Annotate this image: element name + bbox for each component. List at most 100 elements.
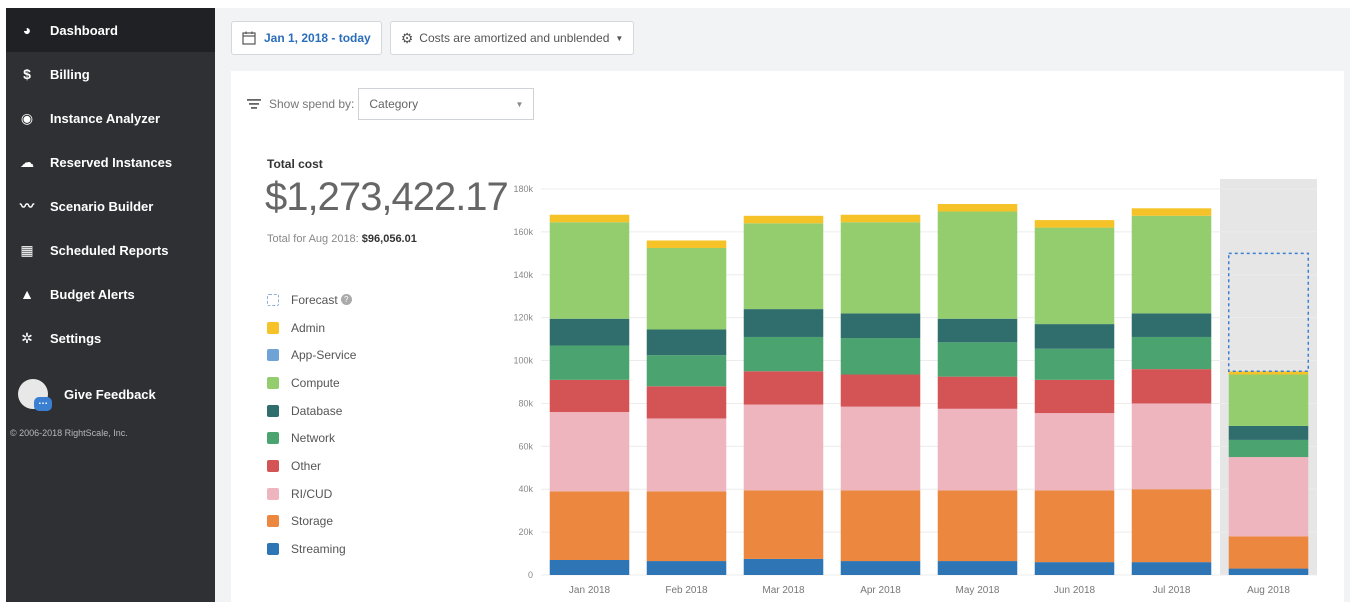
gear-icon: ✲ [21,329,33,346]
dashboard-icon: ◕ [22,22,32,38]
legend-item-storage[interactable]: Storage [267,508,356,536]
sidebar-item-budget-alerts[interactable]: ▲ Budget Alerts [6,272,215,316]
sidebar-item-scenario-builder[interactable]: 〰 Scenario Builder [6,184,215,228]
bar-segment [549,318,630,346]
x-tick-label: May 2018 [956,585,1000,596]
y-tick-label: 20k [518,527,533,537]
bar-segment [549,214,630,223]
cloud-reserved-icon: ☁ [20,153,34,170]
legend-label: Streaming [291,542,346,557]
bar-segment [549,222,630,319]
legend-item-database[interactable]: Database [267,397,356,425]
info-icon[interactable]: ? [340,294,352,306]
bar-segment [1228,457,1309,537]
sidebar-item-label: Dashboard [50,22,118,38]
y-tick-label: 140k [513,270,533,280]
bar-segment [646,247,727,330]
bar-segment [1228,536,1309,569]
date-range-label: Jan 1, 2018 - today [264,31,371,45]
legend-swatch [267,487,279,500]
sidebar-item-label: Billing [50,66,90,82]
caret-down-icon: ▼ [615,33,624,43]
sidebar-item-label: Instance Analyzer [50,110,161,126]
legend-swatch [267,515,279,528]
y-tick-label: 40k [518,484,533,494]
bar-segment [937,376,1018,409]
legend-swatch [267,376,279,389]
sidebar-item-settings[interactable]: ✲ Settings [6,316,215,360]
legend-swatch [267,459,279,472]
sidebar-item-instance-analyzer[interactable]: ◉ Instance Analyzer [6,96,215,140]
legend-item-compute[interactable]: Compute [267,369,356,397]
bar-segment [840,561,921,575]
legend-item-streaming[interactable]: Streaming [267,535,356,563]
category-select-value: Category [369,97,419,111]
x-tick-label: Mar 2018 [762,585,805,596]
bar-segment [840,338,921,375]
bar-segment [646,329,727,356]
bar-segment [646,386,727,419]
cost-settings-dropdown[interactable]: ⚙ Costs are amortized and unblended ▼ [389,21,635,55]
cost-panel: Show spend by: Category ▼ Total cost $1,… [231,71,1344,602]
bar-segment [937,318,1018,343]
sidebar-item-dashboard[interactable]: ◕ Dashboard [6,8,215,52]
sidebar-item-reserved-instances[interactable]: ☁ Reserved Instances [6,140,215,184]
bar-segment [1034,227,1115,325]
bar-segment [1131,489,1212,563]
bar-segment [743,490,824,559]
sidebar-item-label: Reserved Instances [50,154,173,170]
bar-segment [840,222,921,314]
legend-item-forecast[interactable]: Forecast ? [267,286,356,314]
bar-segment [840,214,921,223]
bar-segment [937,408,1018,491]
pulse-icon: 〰 [20,198,34,214]
legend-item-other[interactable]: Other [267,452,356,480]
month-total-label: Total for Aug 2018: [267,233,359,245]
sidebar-nav: ◕ Dashboard $ Billing ◉ Instance Analyzer ☁ Res… [6,8,215,360]
legend-item-ri-cud[interactable]: RI/CUD [267,480,356,508]
main-area: Jan 1, 2018 - today ⚙ Costs are amortize… [215,8,1350,602]
give-feedback-link[interactable]: … Give Feedback [6,374,215,414]
legend-label: Admin [291,320,326,335]
caret-down-icon: ▼ [515,99,524,109]
legend-item-network[interactable]: Network [267,424,356,452]
y-tick-label: 100k [513,356,533,366]
legend-swatch [267,432,279,445]
legend-label: App-Service [291,348,357,363]
month-total-value: $96,056.01 [361,233,417,245]
calendar-icon: ▦ [20,241,34,258]
bar-segment [549,379,630,413]
x-tick-label: Feb 2018 [665,585,708,596]
bar-segment [743,309,824,337]
bar-segment [646,355,727,387]
category-select[interactable]: Category ▼ [358,88,535,120]
y-tick-label: 0 [528,570,533,580]
bar-segment [840,313,921,339]
x-tick-label: Jul 2018 [1153,585,1191,596]
date-range-button[interactable]: Jan 1, 2018 - today [231,21,382,55]
bar-segment [1228,425,1309,440]
bar-segment [1131,215,1212,314]
legend-item-admin[interactable]: Admin [267,314,356,342]
y-tick-label: 160k [513,227,533,237]
x-tick-label: Aug 2018 [1247,585,1290,596]
bar-segment [937,490,1018,562]
legend-item-app-service[interactable]: App-Service [267,341,356,369]
bar-segment [840,406,921,491]
x-tick-label: Jan 2018 [569,585,611,596]
sidebar-item-billing[interactable]: $ Billing [6,52,215,96]
y-tick-label: 120k [513,313,533,323]
bar-segment [743,404,824,491]
total-cost-value: $1,273,422.17 [265,175,509,219]
gear-icon: ⚙ [400,29,414,46]
toolbar: Jan 1, 2018 - today ⚙ Costs are amortize… [231,21,635,55]
sidebar-item-scheduled-reports[interactable]: ▦ Scheduled Reports [6,228,215,272]
costs-label: Costs are amortized and unblended [419,31,610,45]
bar-segment [1131,336,1212,370]
bar-segment [1228,568,1309,575]
bar-segment [1228,439,1309,458]
total-cost-label: Total cost [267,157,323,171]
legend-label: Storage [291,514,334,529]
copyright-text: © 2006-2018 RightScale, Inc. [10,428,128,438]
legend-label: Database [291,403,343,418]
